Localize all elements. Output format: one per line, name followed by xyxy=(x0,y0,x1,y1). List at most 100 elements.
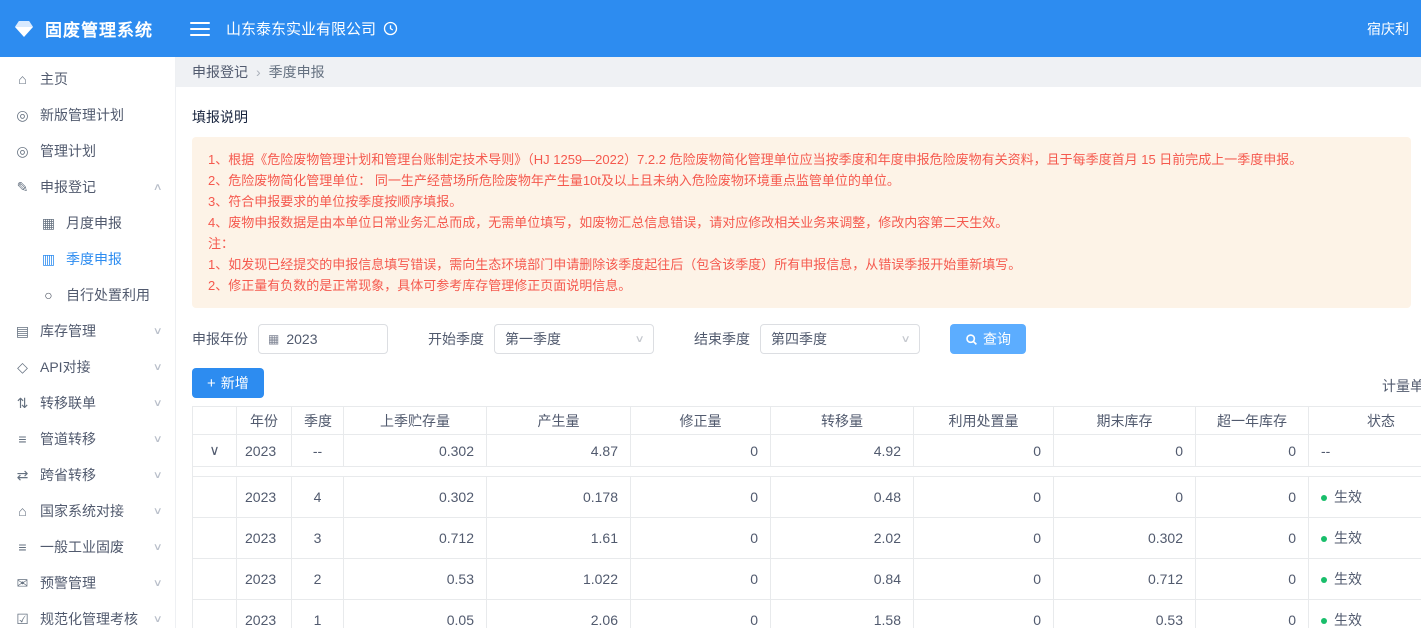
cell-produced: 1.61 xyxy=(487,518,631,559)
year-value-input[interactable] xyxy=(286,331,366,347)
cell-utilized: 0 xyxy=(914,477,1054,518)
table-row: 2023 2 0.53 1.022 0 0.84 0 0.712 0 生效 xyxy=(193,559,1421,600)
chevron-down-icon: ∨ xyxy=(634,334,644,345)
cell-prev-storage: 0.302 xyxy=(344,435,487,467)
cell-over-one-year: 0 xyxy=(1196,477,1309,518)
col-quarter: 季度 xyxy=(292,407,344,435)
general-waste-icon: ≡ xyxy=(14,539,31,555)
cell-ending-stock: 0.302 xyxy=(1054,518,1196,559)
notice-title: 填报说明 xyxy=(192,107,1421,127)
sidebar-item-pipeline-transfer[interactable]: ≡ 管道转移 ∨ xyxy=(0,421,175,457)
cross-province-icon: ⇄ xyxy=(14,467,31,484)
cell-over-one-year: 0 xyxy=(1196,518,1309,559)
add-button-label: 新增 xyxy=(221,373,249,393)
sidebar-item-api[interactable]: ◇ API对接 ∨ xyxy=(0,349,175,385)
sidebar-item-label: 申报登记 xyxy=(40,177,96,197)
sidebar-item-standard-assessment[interactable]: ☑ 规范化管理考核 ∨ xyxy=(0,601,175,628)
app-title: 固废管理系统 xyxy=(45,16,153,41)
cell-quarter: 4 xyxy=(292,477,344,518)
top-bar: 固废管理系统 山东泰东实业有限公司 宿庆利 xyxy=(0,0,1421,57)
brand[interactable]: 固废管理系统 xyxy=(0,16,176,41)
cell-year: 2023 xyxy=(237,559,292,600)
cell-prev-storage: 0.712 xyxy=(344,518,487,559)
sidebar-item-label: 预警管理 xyxy=(40,573,96,593)
sidebar-item-cross-province[interactable]: ⇄ 跨省转移 ∨ xyxy=(0,457,175,493)
col-prev-storage: 上季贮存量 xyxy=(344,407,487,435)
menu-toggle-icon[interactable] xyxy=(190,18,210,40)
sidebar-item-label: 管道转移 xyxy=(40,429,96,449)
expand-row-icon[interactable]: ∨ xyxy=(193,435,237,467)
notice-line: 2、危险废物简化管理单位： 同一生产经营场所危险废物年产生量10t及以上且未纳入… xyxy=(208,170,1395,191)
chevron-down-icon: ∨ xyxy=(152,470,162,481)
sidebar-item-transfer-manifest[interactable]: ⇅ 转移联单 ∨ xyxy=(0,385,175,421)
user-name[interactable]: 宿庆利 xyxy=(1367,19,1409,39)
sidebar-item-declaration[interactable]: ✎ 申报登记 ∧ xyxy=(0,169,175,205)
col-ending-stock: 期末库存 xyxy=(1054,407,1196,435)
cell-corrected: 0 xyxy=(631,477,771,518)
sidebar-item-label: 季度申报 xyxy=(66,249,122,269)
cell-utilized: 0 xyxy=(914,559,1054,600)
cell-quarter: -- xyxy=(292,435,344,467)
sidebar-item-warning-management[interactable]: ✉ 预警管理 ∨ xyxy=(0,565,175,601)
clock-icon[interactable] xyxy=(383,21,398,36)
status-dot xyxy=(1321,618,1327,624)
breadcrumb-parent[interactable]: 申报登记 xyxy=(192,62,248,82)
sidebar-item-label: 转移联单 xyxy=(40,393,96,413)
pipeline-transfer-icon: ≡ xyxy=(14,431,31,447)
unit-label: 计量单 xyxy=(1382,376,1421,396)
sidebar-item-plan[interactable]: ◎ 管理计划 xyxy=(0,133,175,169)
chevron-down-icon: ∨ xyxy=(900,334,910,345)
sidebar-item-national-system[interactable]: ⌂ 国家系统对接 ∨ xyxy=(0,493,175,529)
cell-utilized: 0 xyxy=(914,518,1054,559)
cell-status: -- xyxy=(1309,435,1421,467)
add-button[interactable]: + 新增 xyxy=(192,368,264,398)
chevron-up-icon: ∧ xyxy=(152,182,162,193)
sidebar-subitem-monthly-report[interactable]: ▦ 月度申报 xyxy=(0,205,175,241)
chevron-down-icon: ∨ xyxy=(152,434,162,445)
cell-prev-storage: 0.302 xyxy=(344,477,487,518)
chevron-down-icon: ∨ xyxy=(152,542,162,553)
quarterly-report-icon: ▥ xyxy=(40,251,57,268)
sidebar-item-home[interactable]: ⌂ 主页 xyxy=(0,61,175,97)
search-icon xyxy=(965,333,978,346)
sidebar-subitem-self-disposal[interactable]: ○ 自行处置利用 xyxy=(0,277,175,313)
sidebar-item-new-plan[interactable]: ◎ 新版管理计划 xyxy=(0,97,175,133)
sidebar-item-general-industrial-waste[interactable]: ≡ 一般工业固废 ∨ xyxy=(0,529,175,565)
sidebar-item-label: 规范化管理考核 xyxy=(40,609,138,628)
warning-icon: ✉ xyxy=(14,575,31,592)
new-plan-icon: ◎ xyxy=(14,107,31,124)
cell-transferred: 4.92 xyxy=(771,435,914,467)
col-corrected: 修正量 xyxy=(631,407,771,435)
cell-quarter: 3 xyxy=(292,518,344,559)
assessment-icon: ☑ xyxy=(14,611,31,628)
notice-line: 3、符合申报要求的单位按季度按顺序填报。 xyxy=(208,191,1395,212)
query-button[interactable]: 查询 xyxy=(950,324,1026,354)
cell-corrected: 0 xyxy=(631,435,771,467)
end-quarter-value: 第四季度 xyxy=(771,329,827,349)
cell-status: 生效 xyxy=(1309,518,1421,559)
table-spacer-row xyxy=(193,467,1421,477)
cell-status: 生效 xyxy=(1309,477,1421,518)
cell-expand xyxy=(193,559,237,600)
national-system-icon: ⌂ xyxy=(14,503,31,519)
cell-quarter: 2 xyxy=(292,559,344,600)
notice-line: 2、修正量有负数的是正常现象，具体可参考库存管理修正页面说明信息。 xyxy=(208,275,1395,296)
start-quarter-select[interactable]: 第一季度 ∨ xyxy=(494,324,654,354)
declaration-icon: ✎ xyxy=(14,179,31,196)
plus-icon: + xyxy=(207,375,216,392)
year-input[interactable]: ▦ xyxy=(258,324,388,354)
col-status: 状态 xyxy=(1309,407,1421,435)
sidebar-item-label: 自行处置利用 xyxy=(66,285,150,305)
cell-expand xyxy=(193,600,237,628)
filter-bar: 申报年份 ▦ 开始季度 第一季度 ∨ 结束季度 第四季度 ∨ xyxy=(192,324,1421,354)
notice-line: 1、如发现已经提交的申报信息填写错误，需向生态环境部门申请删除该季度起往后（包含… xyxy=(208,254,1395,275)
cell-year: 2023 xyxy=(237,477,292,518)
sidebar-item-inventory[interactable]: ▤ 库存管理 ∨ xyxy=(0,313,175,349)
end-quarter-select[interactable]: 第四季度 ∨ xyxy=(760,324,920,354)
inventory-icon: ▤ xyxy=(14,323,31,340)
main-content: 申报登记 › 季度申报 填报说明 1、根据《危险废物管理计划和管理台账制定技术导… xyxy=(176,57,1421,628)
calendar-icon: ▦ xyxy=(268,332,279,346)
sidebar-subitem-quarterly-report[interactable]: ▥ 季度申报 xyxy=(0,241,175,277)
end-quarter-label: 结束季度 xyxy=(694,329,750,349)
cell-over-one-year: 0 xyxy=(1196,435,1309,467)
